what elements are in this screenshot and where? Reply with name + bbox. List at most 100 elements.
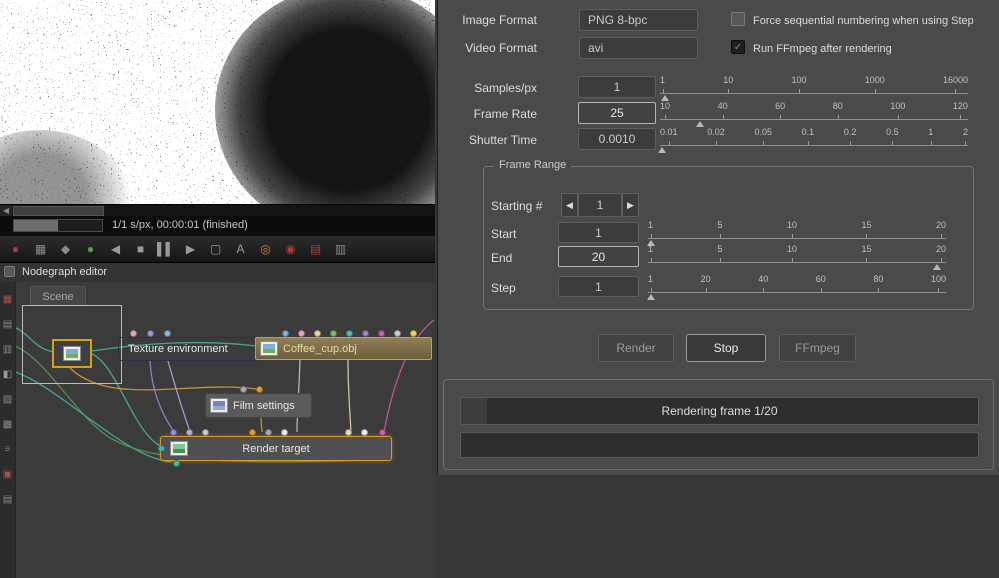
- shutter-time-input[interactable]: 0.0010: [578, 128, 656, 150]
- node-render-target[interactable]: Render target: [160, 436, 392, 461]
- node-coffee-cup[interactable]: Coffee_cup.obj: [255, 337, 432, 360]
- tick-label: 15: [861, 220, 872, 238]
- list-icon[interactable]: ▤: [0, 494, 16, 505]
- camera-icon[interactable]: ◉: [278, 242, 303, 256]
- slider-marker[interactable]: [646, 294, 655, 300]
- play-icon[interactable]: ▶: [178, 242, 203, 256]
- pause-icon[interactable]: ▌▌: [153, 242, 178, 256]
- port-dot[interactable]: [202, 429, 209, 436]
- port-dot[interactable]: [345, 429, 352, 436]
- port-dot[interactable]: [147, 330, 154, 337]
- port-dot[interactable]: [298, 330, 305, 337]
- stop-button[interactable]: Stop: [686, 334, 766, 362]
- render-progress-bar: Rendering frame 1/20: [460, 397, 979, 425]
- layout-icon[interactable]: ▤: [0, 319, 16, 330]
- export-icon[interactable]: ▥: [328, 242, 353, 256]
- node-label: Coffee_cup.obj: [283, 342, 357, 355]
- node-texture-environment[interactable]: Texture environment: [118, 337, 257, 361]
- starting-increment-button[interactable]: ▶: [622, 193, 639, 217]
- stack-icon[interactable]: ≡: [0, 444, 16, 455]
- render-toolbar: ● ▦ ◆ ● ◀ ■ ▌▌ ▶ ▢ A ◎ ◉ ▤ ▥: [0, 236, 435, 263]
- grid2-red-icon[interactable]: ▣: [0, 469, 16, 480]
- nodegraph-editor-checkbox[interactable]: [4, 266, 15, 277]
- film-icon[interactable]: ▤: [303, 242, 328, 256]
- samples-slider[interactable]: 1 10 100 1000 16000: [660, 75, 968, 101]
- video-format-dropdown[interactable]: avi: [579, 37, 698, 59]
- annotation-icon[interactable]: A: [228, 242, 253, 256]
- clapper-icon[interactable]: ▦: [28, 242, 53, 256]
- port-dot[interactable]: [281, 429, 288, 436]
- port-dot[interactable]: [394, 330, 401, 337]
- port-dot[interactable]: [130, 330, 137, 337]
- slider-marker[interactable]: [933, 264, 942, 270]
- port-dot[interactable]: [249, 429, 256, 436]
- frame-rate-input[interactable]: 25: [578, 102, 656, 124]
- grid-red-icon[interactable]: ▦: [0, 294, 16, 305]
- scrollbar-thumb[interactable]: [13, 206, 104, 216]
- record-icon[interactable]: ●: [3, 242, 28, 256]
- rewind-icon[interactable]: ◀: [103, 242, 128, 256]
- image-format-dropdown[interactable]: PNG 8-bpc: [579, 9, 698, 31]
- end-slider[interactable]: 1 5 10 15 20: [648, 244, 946, 270]
- node-film-settings[interactable]: Film settings: [205, 393, 312, 418]
- slider-marker[interactable]: [657, 147, 666, 153]
- port-dot[interactable]: [164, 330, 171, 337]
- step-input[interactable]: 1: [558, 276, 639, 297]
- tab-scene[interactable]: Scene: [30, 286, 86, 306]
- start-input[interactable]: 1: [558, 222, 639, 243]
- start-slider[interactable]: 1 5 10 15 20: [646, 220, 946, 246]
- port-dot[interactable]: [282, 330, 289, 337]
- tick-label: 0.1: [801, 127, 815, 145]
- panel-icon[interactable]: ◧: [0, 369, 16, 380]
- port-dot[interactable]: [362, 330, 369, 337]
- ffmpeg-button[interactable]: FFmpeg: [779, 334, 856, 362]
- tick-row: 1 5 10 15 20: [648, 244, 946, 262]
- run-ffmpeg-label: Run FFmpeg after rendering: [753, 43, 892, 55]
- start-label: Start: [491, 227, 517, 241]
- diamond-icon[interactable]: ◆: [53, 242, 78, 256]
- tick-label: 1: [648, 274, 654, 292]
- port-dot[interactable]: [378, 330, 385, 337]
- port-dot[interactable]: [346, 330, 353, 337]
- render-button[interactable]: Render: [598, 334, 674, 362]
- tick-label: 0.5: [886, 127, 899, 145]
- port-dot[interactable]: [330, 330, 337, 337]
- samples-input[interactable]: 1: [578, 76, 656, 98]
- tick-label: 20: [935, 244, 946, 262]
- tick-label: 15: [861, 244, 872, 262]
- port-dot[interactable]: [379, 429, 386, 436]
- nodegraph-editor[interactable]: ▦ ▤ ▥ ◧ ▨ ▩ ≡ ▣ ▤ Scene Texture environment Coff…: [0, 282, 435, 578]
- starting-number-value[interactable]: 1: [578, 193, 622, 217]
- material-sphere-icon[interactable]: ●: [78, 242, 103, 256]
- cells-icon[interactable]: ▩: [0, 419, 16, 430]
- rows-icon[interactable]: ▥: [0, 344, 16, 355]
- force-sequential-checkbox[interactable]: [731, 12, 745, 26]
- port-dot[interactable]: [186, 429, 193, 436]
- shutter-time-slider[interactable]: 0.01 0.02 0.05 0.1 0.2 0.5 1 2: [657, 127, 968, 153]
- starting-decrement-button[interactable]: ◀: [561, 193, 578, 217]
- slider-track: [660, 93, 968, 94]
- render-dark-region: [215, 0, 435, 204]
- image-chip-icon: [62, 346, 81, 361]
- end-input[interactable]: 20: [558, 246, 639, 267]
- port-dot[interactable]: [410, 330, 417, 337]
- shutter-time-label: Shutter Time: [468, 133, 537, 147]
- stop-icon[interactable]: ■: [128, 242, 153, 256]
- port-dot[interactable]: [314, 330, 321, 337]
- port-dot[interactable]: [173, 460, 180, 467]
- port-dot[interactable]: [158, 445, 165, 452]
- lens-icon[interactable]: ◎: [253, 242, 278, 256]
- port-dot[interactable]: [361, 429, 368, 436]
- screen-icon[interactable]: ▢: [203, 242, 228, 256]
- port-dot[interactable]: [170, 429, 177, 436]
- hatch-icon[interactable]: ▨: [0, 394, 16, 405]
- port-dot[interactable]: [265, 429, 272, 436]
- render-preview[interactable]: [0, 0, 435, 204]
- node-selected-thumbnail[interactable]: [52, 339, 92, 368]
- progress-group: Rendering frame 1/20: [443, 379, 994, 470]
- step-slider[interactable]: 1 20 40 60 80 100: [646, 274, 946, 300]
- frame-rate-slider[interactable]: 10 40 60 80 100 120: [660, 101, 968, 127]
- run-ffmpeg-checkbox[interactable]: ✓: [731, 40, 745, 54]
- port-dot[interactable]: [240, 386, 247, 393]
- port-dot[interactable]: [256, 386, 263, 393]
